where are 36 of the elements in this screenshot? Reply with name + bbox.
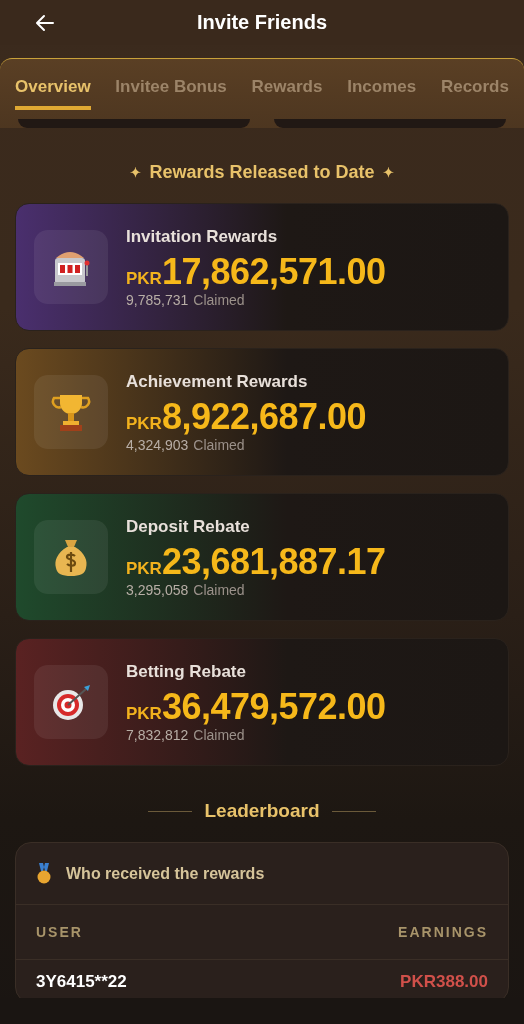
page-title: Invite Friends: [197, 11, 327, 34]
currency-label: PKR: [126, 703, 162, 724]
tab[interactable]: Overview: [15, 77, 91, 110]
tab[interactable]: Records: [440, 77, 509, 110]
card-title: Invitation Rewards: [126, 226, 279, 247]
reward-amount: 36,479,572.00: [161, 685, 386, 728]
leaderboard-subtitle: Who received the rewards: [66, 865, 265, 883]
tab[interactable]: Rewards: [251, 77, 323, 110]
reward-amount: 8,922,687.00: [161, 395, 367, 438]
tab[interactable]: Invitee Bonus: [115, 77, 227, 110]
currency-label: PKR: [126, 268, 162, 289]
column-header: USER: [36, 924, 83, 940]
column-header: EARNINGS: [398, 924, 488, 940]
card-title: Achievement Rewards: [126, 371, 309, 392]
sparkle-icon: ✦: [130, 165, 142, 180]
claimed-count: 7,832,812: [126, 726, 189, 743]
claimed-count: 4,324,903: [126, 436, 189, 453]
currency-label: PKR: [126, 558, 162, 579]
section-title: Rewards Released to Date: [149, 162, 375, 183]
reward-amount: 17,862,571.00: [161, 250, 386, 293]
claimed-count: 3,295,058: [126, 581, 189, 598]
claimed-label: Claimed: [193, 581, 245, 598]
card-title: Betting Rebate: [126, 661, 247, 682]
claimed-count: 9,785,731: [126, 291, 189, 308]
claimed-label: Claimed: [193, 726, 245, 743]
table-cell: 3Y6415**22: [36, 972, 127, 992]
currency-label: PKR: [126, 413, 162, 434]
tab[interactable]: Incomes: [347, 77, 417, 110]
medal-icon: [36, 863, 52, 885]
sparkle-icon: ✦: [382, 165, 394, 180]
table-cell: PKR388.00: [400, 972, 488, 992]
card-title: Deposit Rebate: [126, 516, 251, 537]
claimed-label: Claimed: [193, 291, 245, 308]
reward-amount: 23,681,887.17: [161, 540, 386, 583]
section-title: Leaderboard: [204, 800, 320, 822]
claimed-label: Claimed: [193, 436, 245, 453]
